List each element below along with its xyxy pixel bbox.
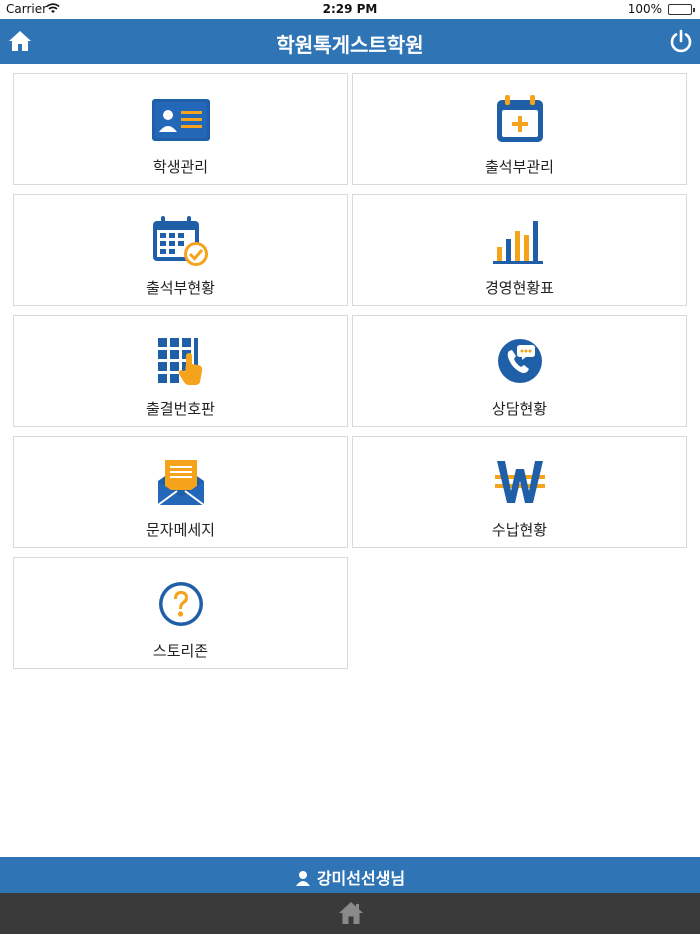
menu-item-label: 문자메세지 bbox=[145, 521, 215, 539]
menu-item-story-zone[interactable]: 스토리존 bbox=[13, 557, 348, 669]
status-bar: Carrier 2:29 PM 100% bbox=[0, 0, 700, 19]
keypad-icon bbox=[150, 336, 212, 388]
won-currency-icon bbox=[489, 457, 551, 509]
menu-item-label: 상담현황 bbox=[491, 400, 548, 418]
user-icon bbox=[295, 870, 311, 890]
home-icon[interactable] bbox=[338, 900, 364, 926]
menu-item-payment-status[interactable]: 수납현황 bbox=[352, 436, 687, 548]
phone-chat-icon bbox=[489, 336, 551, 388]
menu-item-label: 경영현황표 bbox=[484, 279, 554, 297]
menu-item-attendance-management[interactable]: 출석부관리 bbox=[352, 73, 687, 185]
question-icon bbox=[150, 578, 212, 630]
menu-item-attendance-keypad[interactable]: 출결번호판 bbox=[13, 315, 348, 427]
menu-item-student-management[interactable]: 학생관리 bbox=[13, 73, 348, 185]
bar-chart-icon bbox=[489, 215, 551, 267]
menu-item-text-messages[interactable]: 문자메세지 bbox=[13, 436, 348, 548]
clock: 2:29 PM bbox=[322, 2, 378, 16]
user-bar: 강미선선생님 bbox=[0, 857, 700, 893]
page-title: 학원톡게스트학원 bbox=[276, 33, 424, 57]
calendar-check-icon bbox=[150, 215, 212, 267]
battery-percent: 100% bbox=[627, 2, 662, 16]
student-id-card-icon bbox=[150, 94, 212, 146]
menu-item-consultation-status[interactable]: 상담현황 bbox=[352, 315, 687, 427]
menu-item-label: 스토리존 bbox=[152, 642, 209, 660]
top-navigation-bar: 학원톡게스트학원 bbox=[0, 19, 700, 64]
menu-item-label: 출석부관리 bbox=[484, 158, 554, 176]
battery-icon bbox=[668, 4, 695, 15]
menu-item-management-report[interactable]: 경영현황표 bbox=[352, 194, 687, 306]
calendar-add-icon bbox=[489, 94, 551, 146]
menu-item-attendance-status[interactable]: 출석부현황 bbox=[13, 194, 348, 306]
user-name: 강미선선생님 bbox=[316, 869, 406, 888]
menu-item-label: 출결번호판 bbox=[145, 400, 215, 418]
menu-item-label: 출석부현황 bbox=[145, 279, 215, 297]
menu-item-label: 학생관리 bbox=[152, 158, 209, 176]
power-icon[interactable] bbox=[668, 28, 694, 54]
envelope-message-icon bbox=[150, 457, 212, 509]
menu-item-label: 수납현황 bbox=[491, 521, 548, 539]
bottom-toolbar bbox=[0, 893, 700, 934]
